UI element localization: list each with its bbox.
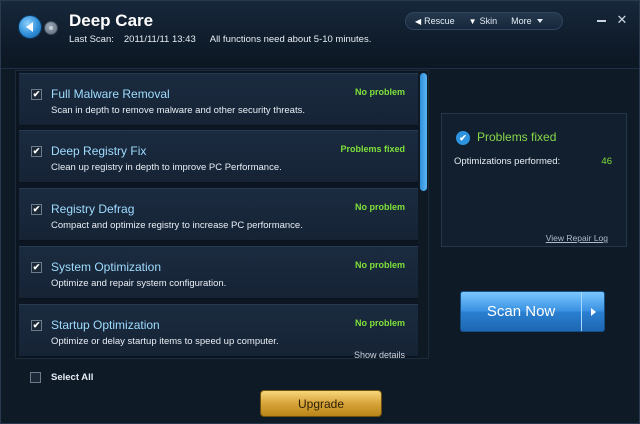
functions-note: All functions need about 5-10 minutes. — [209, 34, 372, 45]
upgrade-button[interactable]: Upgrade — [260, 390, 382, 417]
last-scan-info: Last Scan: 2011/11/11 13:43 All functions … — [69, 34, 371, 45]
item-checkbox[interactable]: ✔ — [31, 89, 42, 100]
item-checkbox[interactable]: ✔ — [31, 262, 42, 273]
optimization-items-panel: ✔ Full Malware Removal Scan in depth to … — [15, 70, 429, 359]
close-icon: ✕ — [616, 12, 628, 27]
item-title: Registry Defrag — [51, 202, 135, 216]
item-title: Full Malware Removal — [51, 87, 170, 101]
item-title: Startup Optimization — [51, 318, 160, 332]
item-description: Clean up registry in depth to improve PC… — [51, 162, 282, 173]
scroll-thumb[interactable] — [420, 73, 427, 191]
item-description: Optimize or delay startup items to speed… — [51, 336, 279, 347]
close-button[interactable]: ✕ — [615, 13, 629, 27]
title-bar: Deep Care Last Scan: 2011/11/11 13:43 All … — [1, 1, 639, 69]
item-title: Deep Registry Fix — [51, 144, 147, 158]
checkmark-icon: ✔ — [32, 204, 41, 214]
back-arrow-icon — [25, 22, 33, 32]
item-checkbox[interactable]: ✔ — [31, 146, 42, 157]
item-description: Scan in depth to remove malware and othe… — [51, 105, 305, 116]
item-title: System Optimization — [51, 260, 162, 274]
checkmark-icon: ✔ — [32, 262, 41, 272]
list-item: ✔ Startup Optimization Optimize or delay… — [19, 304, 428, 358]
item-status: Problems fixed — [340, 144, 405, 154]
top-menu: ◀ Rescue ▼ Skin More — [405, 12, 563, 30]
chevron-right-icon — [590, 307, 596, 316]
checkmark-icon: ✔ — [32, 89, 41, 99]
shirt-icon: ▼ — [468, 16, 477, 26]
checkmark-icon: ✔ — [32, 146, 41, 156]
more-label: More — [511, 16, 532, 26]
show-details-link[interactable]: Show details — [354, 350, 405, 358]
chevron-down-icon — [536, 19, 543, 23]
checkmark-icon: ✔ — [32, 320, 41, 330]
scan-now-label: Scan Now — [486, 303, 556, 320]
list-item: ✔ Full Malware Removal Scan in depth to … — [19, 73, 428, 126]
item-status: No problem — [354, 87, 405, 97]
app-window: Deep Care Last Scan: 2011/11/11 13:43 All … — [0, 0, 640, 424]
item-description: Compact and optimize registry to increas… — [51, 220, 303, 231]
item-checkbox[interactable]: ✔ — [31, 204, 42, 215]
skin-menu-item[interactable]: ▼ Skin — [469, 16, 497, 26]
list-item: ✔ Registry Defrag Compact and optimize r… — [19, 188, 428, 241]
minimize-icon — [596, 20, 606, 22]
scrollbar[interactable] — [418, 71, 428, 358]
list-item: ✔ System Optimization Optimize and repai… — [19, 246, 428, 299]
result-panel: ✔ Problems fixed Optimizations performed… — [441, 113, 627, 247]
optimizations-label: Optimizations performed: — [454, 156, 561, 167]
last-scan-datetime: 2011/11/11 13:43 — [123, 34, 196, 45]
result-title: Problems fixed — [477, 130, 557, 144]
item-status: No problem — [354, 202, 405, 212]
last-scan-label: Last Scan: — [69, 34, 114, 45]
select-all-checkbox[interactable]: Select All — [30, 372, 93, 383]
item-checkbox[interactable]: ✔ — [31, 320, 42, 331]
back-arrow-icon: ◀ — [415, 16, 422, 26]
forward-button[interactable] — [44, 21, 58, 35]
forward-icon — [49, 26, 53, 30]
check-circle-icon: ✔ — [456, 131, 470, 145]
minimize-button[interactable] — [594, 13, 608, 27]
list-item: ✔ Deep Registry Fix Clean up registry in… — [19, 130, 428, 183]
back-button[interactable] — [18, 15, 42, 39]
checkbox-box — [30, 372, 41, 383]
app-title: Deep Care — [69, 11, 154, 30]
item-description: Optimize and repair system configuration… — [51, 278, 227, 289]
scan-now-button[interactable]: Scan Now — [460, 291, 605, 332]
select-all-label: Select All — [51, 372, 94, 383]
view-repair-log-link[interactable]: View Repair Log — [546, 233, 608, 243]
optimizations-value: 46 — [601, 156, 612, 167]
skin-label: Skin — [479, 16, 498, 26]
rescue-menu-item[interactable]: ◀ Rescue — [415, 16, 455, 26]
rescue-label: Rescue — [424, 16, 455, 26]
item-status: No problem — [354, 318, 405, 328]
more-menu-item[interactable]: More — [511, 16, 543, 26]
item-status: No problem — [354, 260, 405, 270]
scan-options-button[interactable] — [581, 292, 604, 331]
